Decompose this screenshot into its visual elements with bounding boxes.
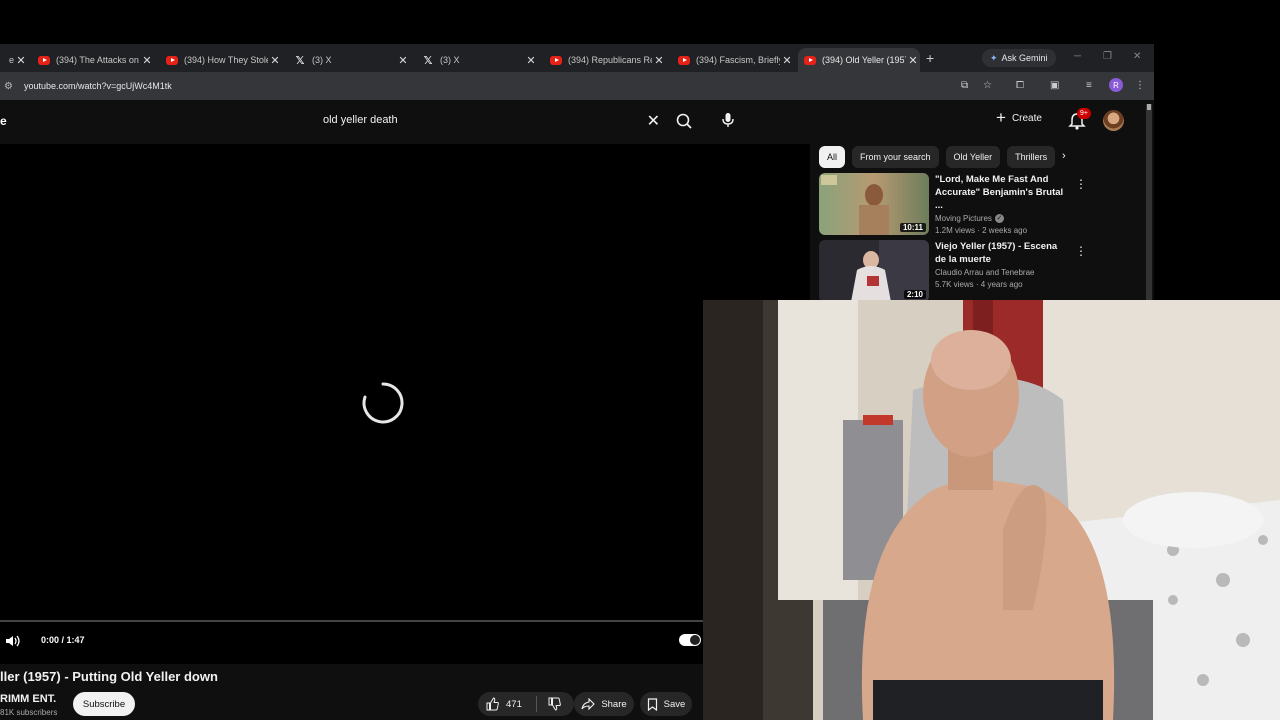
- video-duration: 10:11: [899, 223, 926, 232]
- window-close-icon[interactable]: ✕: [1133, 51, 1141, 62]
- youtube-logo[interactable]: e: [0, 114, 7, 128]
- time-display: 0:00 / 1:47: [41, 635, 85, 645]
- x-icon: 𝕏: [295, 54, 305, 67]
- minimize-icon[interactable]: ─: [1074, 51, 1081, 62]
- clear-search-icon[interactable]: ✕: [647, 111, 660, 131]
- plus-icon: +: [996, 108, 1006, 127]
- ask-gemini-button[interactable]: ✦ Ask Gemini: [982, 49, 1056, 67]
- youtube-icon: [166, 55, 178, 65]
- gemini-icon: ✦: [990, 52, 998, 63]
- install-icon[interactable]: ⧉: [961, 80, 968, 91]
- x-icon: 𝕏: [423, 54, 433, 67]
- youtube-icon: [804, 55, 816, 65]
- recommendation-meta: 5.7K views · 4 years ago: [935, 280, 1023, 289]
- volume-icon[interactable]: [4, 633, 22, 649]
- subscribe-button[interactable]: Subscribe: [73, 692, 135, 716]
- tab-youtube[interactable]: (394) Republicans Reig ✕: [544, 48, 666, 72]
- recommendation-meta: 1.2M views · 2 weeks ago: [935, 226, 1028, 235]
- video-thumbnail[interactable]: 2:10: [819, 240, 929, 302]
- chevron-right-icon[interactable]: ›: [1062, 150, 1066, 162]
- close-icon[interactable]: ✕: [524, 54, 538, 67]
- video-player[interactable]: 0:00 / 1:47: [0, 144, 810, 664]
- omnibox[interactable]: ⚙ youtube.com/watch?v=gcUjWc4M1tk: [0, 76, 950, 96]
- more-options-icon[interactable]: ⋮: [1075, 177, 1087, 191]
- webcam-overlay: [703, 300, 1280, 720]
- site-settings-icon[interactable]: ⚙: [4, 81, 18, 92]
- filter-chips: All From your search Old Yeller Thriller…: [819, 146, 1056, 168]
- menu-icon[interactable]: ⋮: [1135, 80, 1145, 91]
- search-icon[interactable]: [670, 109, 698, 133]
- close-icon[interactable]: ✕: [906, 54, 920, 67]
- account-avatar[interactable]: [1103, 110, 1124, 131]
- close-icon[interactable]: ✕: [140, 54, 154, 67]
- share-button[interactable]: Share: [574, 692, 634, 716]
- tab-x[interactable]: 𝕏 (3) X ✕: [416, 48, 538, 72]
- microphone-icon[interactable]: [716, 108, 740, 132]
- bookmark-icon: [647, 697, 657, 711]
- thumbs-up-icon: [486, 697, 499, 711]
- tab-partial[interactable]: e ✕: [0, 48, 28, 72]
- autoplay-toggle[interactable]: [679, 634, 701, 646]
- webcam-feed-image: [703, 300, 1280, 720]
- tab-x[interactable]: 𝕏 (3) X ✕: [288, 48, 410, 72]
- address-bar: ⚙ youtube.com/watch?v=gcUjWc4M1tk ⧉ ☆ ⧠ …: [0, 72, 1154, 100]
- chip-old-yeller[interactable]: Old Yeller: [945, 146, 1001, 168]
- youtube-icon: [550, 55, 562, 65]
- video-duration: 2:10: [903, 290, 926, 299]
- chip-from-your-search[interactable]: From your search: [852, 146, 939, 168]
- recommendation-item[interactable]: 10:11 "Lord, Make Me Fast And Accurate" …: [819, 173, 1091, 235]
- save-button[interactable]: Save: [640, 692, 692, 716]
- tab-youtube[interactable]: (394) How They Stole S ✕: [160, 48, 282, 72]
- more-options-icon[interactable]: ⋮: [1075, 244, 1087, 258]
- tab-youtube[interactable]: (394) Fascism, Briefly E ✕: [672, 48, 794, 72]
- video-thumbnail[interactable]: 10:11: [819, 173, 929, 235]
- notification-badge: 9+: [1077, 108, 1091, 119]
- media-controls-icon[interactable]: ≡: [1086, 80, 1092, 91]
- recommendation-channel[interactable]: Moving Pictures: [935, 214, 992, 223]
- bookmark-star-icon[interactable]: ☆: [983, 80, 992, 91]
- thumbs-down-icon: [548, 697, 561, 711]
- close-icon[interactable]: ✕: [780, 54, 794, 67]
- verified-check-icon: ✓: [994, 214, 1004, 223]
- share-icon: [581, 698, 596, 710]
- close-icon[interactable]: ✕: [396, 54, 410, 67]
- youtube-icon: [678, 55, 690, 65]
- dislike-button[interactable]: [537, 697, 573, 711]
- like-dislike-group: 471: [478, 692, 574, 716]
- progress-bar[interactable]: [0, 620, 703, 622]
- chip-all[interactable]: All: [819, 146, 846, 168]
- extensions-icon[interactable]: ⧠: [1016, 80, 1024, 91]
- youtube-icon: [38, 55, 50, 65]
- close-icon[interactable]: ✕: [268, 54, 282, 67]
- maximize-icon[interactable]: ❐: [1103, 51, 1112, 62]
- tab-youtube[interactable]: (394) The Attacks on H ✕: [32, 48, 154, 72]
- video-title: ller (1957) - Putting Old Yeller down: [0, 669, 218, 684]
- profile-avatar[interactable]: R: [1109, 78, 1123, 92]
- channel-name[interactable]: RIMM ENT.: [0, 693, 56, 705]
- chip-thrillers[interactable]: Thrillers: [1007, 146, 1056, 168]
- youtube-header: e old yeller death ✕ + Create 9+: [0, 100, 1154, 144]
- like-button[interactable]: 471: [478, 697, 536, 711]
- new-tab-icon[interactable]: +: [926, 50, 934, 66]
- loading-spinner-icon: [362, 382, 404, 424]
- create-button[interactable]: + Create: [996, 108, 1042, 127]
- search-input[interactable]: old yeller death ✕: [312, 107, 664, 133]
- close-icon[interactable]: ✕: [652, 54, 666, 67]
- tab-active[interactable]: (394) Old Yeller (1957) ✕: [798, 48, 920, 72]
- recommendation-title[interactable]: Viejo Yeller (1957) - Escena de la muert…: [935, 240, 1067, 266]
- close-icon[interactable]: ✕: [14, 54, 28, 67]
- sidepanel-icon[interactable]: ▣: [1050, 80, 1059, 91]
- recommendation-item[interactable]: 2:10 Viejo Yeller (1957) - Escena de la …: [819, 240, 1091, 302]
- recommendation-title[interactable]: "Lord, Make Me Fast And Accurate" Benjam…: [935, 173, 1067, 212]
- recommendation-channel[interactable]: Claudio Arrau and Tenebrae: [935, 268, 1034, 277]
- tab-strip: e ✕ (394) The Attacks on H ✕ (394) How T…: [0, 44, 1154, 72]
- subscriber-count: 81K subscribers: [0, 708, 58, 717]
